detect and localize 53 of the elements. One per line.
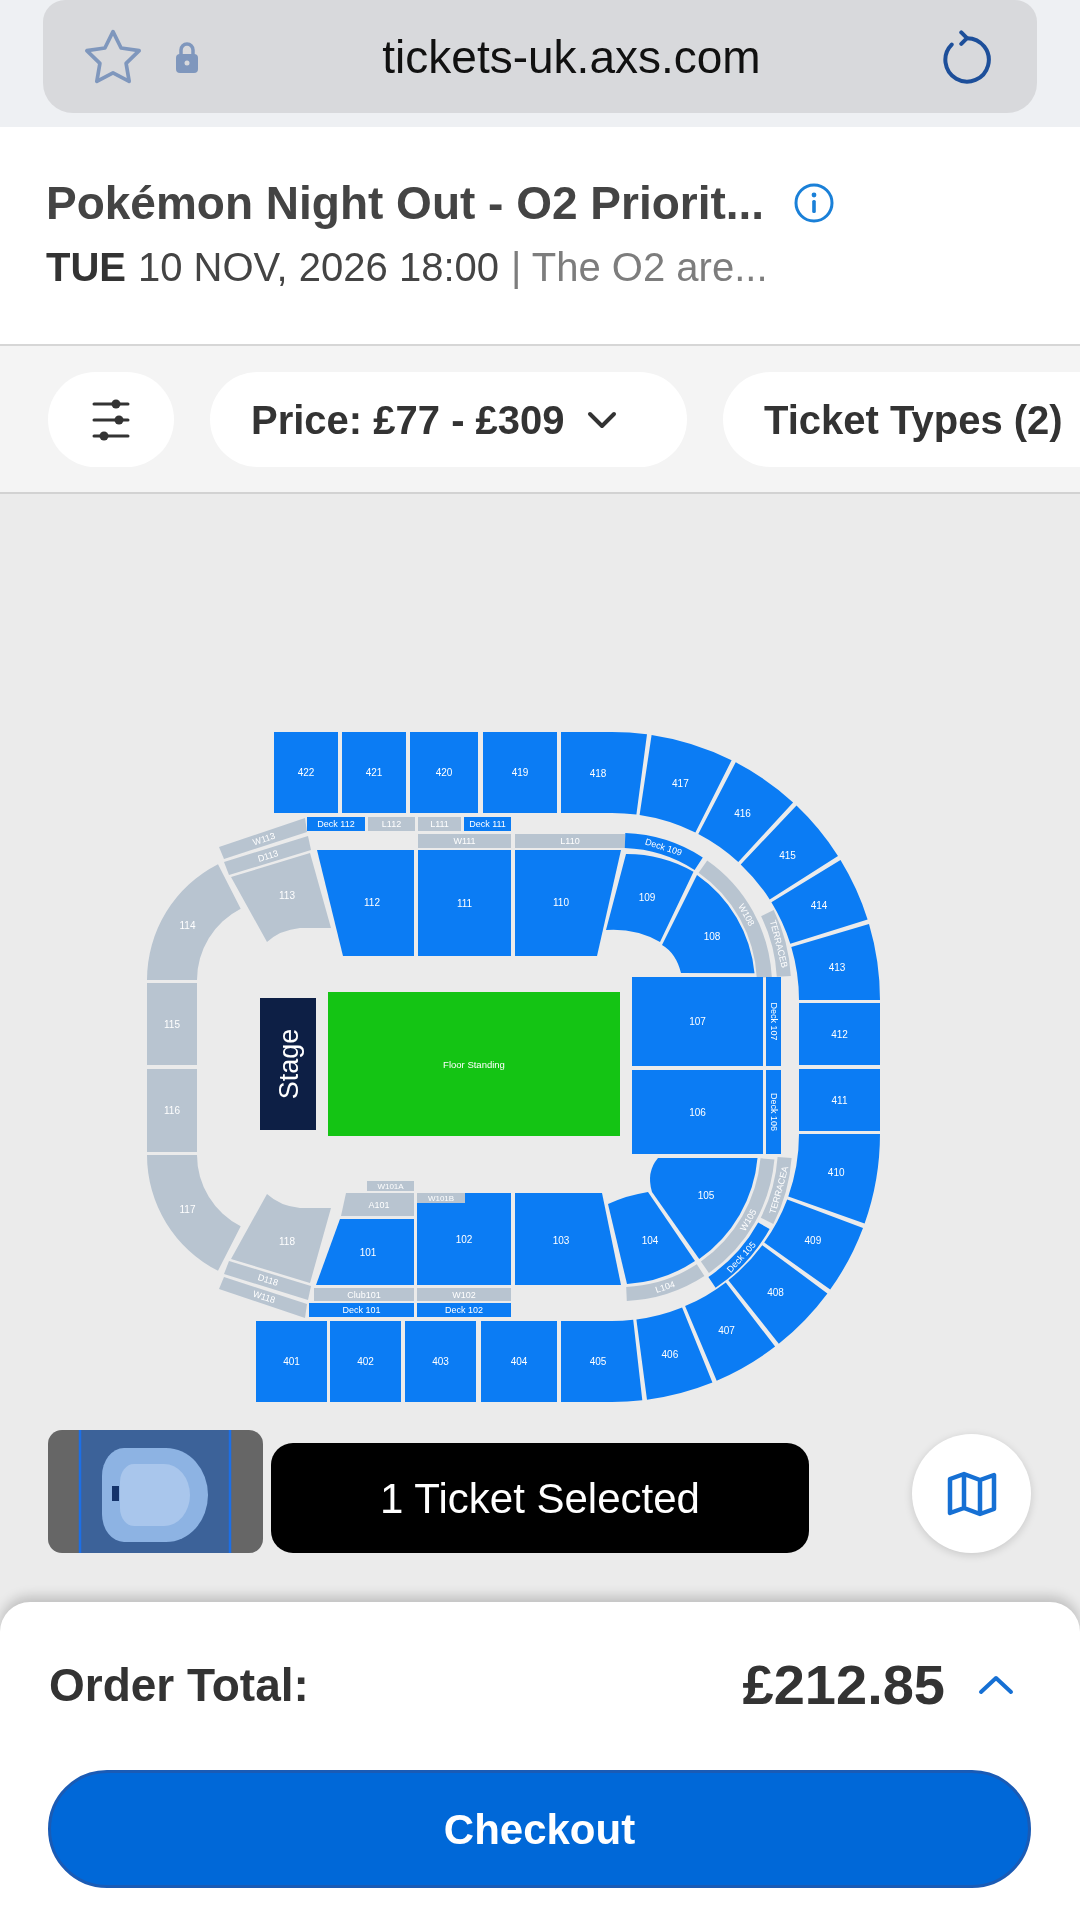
map-section[interactable]: 103 <box>515 1193 621 1285</box>
map-view-button[interactable] <box>912 1434 1031 1553</box>
map-section[interactable]: Floor Standing <box>328 992 620 1136</box>
event-title: Pokémon Night Out - O2 Priorit... <box>46 176 765 230</box>
map-section[interactable]: Deck 101 <box>309 1303 414 1317</box>
reload-icon[interactable] <box>943 29 991 84</box>
checkout-button[interactable]: Checkout <box>48 1770 1031 1888</box>
map-section[interactable]: Deck 111 <box>464 817 511 831</box>
map-section[interactable]: 413 <box>791 923 880 1000</box>
map-section[interactable]: 403 <box>405 1321 476 1402</box>
address-bar[interactable]: tickets-uk.axs.com <box>43 0 1037 113</box>
map-section[interactable]: 402 <box>330 1321 401 1402</box>
map-section[interactable]: 405 <box>561 1319 643 1402</box>
map-section[interactable]: 422 <box>274 732 338 813</box>
map-section[interactable]: 111 <box>418 850 511 956</box>
lock-icon <box>174 40 200 73</box>
minimap-drawing[interactable] <box>48 1430 263 1553</box>
chevron-up-icon[interactable] <box>978 1675 1014 1695</box>
map-icon <box>946 1470 997 1517</box>
map-section[interactable]: 412 <box>799 1003 880 1065</box>
stage-area: Stage <box>260 998 316 1130</box>
map-section[interactable]: 401 <box>256 1321 327 1402</box>
info-icon[interactable] <box>794 183 835 223</box>
star-icon[interactable] <box>84 29 142 84</box>
order-total-label: Order Total: <box>49 1658 309 1713</box>
price-filter-button[interactable]: Price: £77 - £309 <box>210 372 687 467</box>
map-section[interactable]: 106 <box>632 1070 763 1154</box>
map-section[interactable]: 107 <box>632 977 763 1066</box>
url-text: tickets-uk.axs.com <box>382 29 761 85</box>
map-section[interactable]: 419 <box>483 732 557 813</box>
order-total-amount: £212.85 <box>742 1657 945 1713</box>
event-day: TUE <box>46 243 126 291</box>
map-section[interactable]: 101 <box>316 1219 414 1285</box>
map-section[interactable]: 421 <box>342 732 406 813</box>
event-venue: | The O2 are... <box>511 244 768 291</box>
map-section[interactable]: 112 <box>317 850 414 956</box>
map-section[interactable]: Deck 102 <box>417 1303 511 1317</box>
map-section[interactable]: 410 <box>788 1134 880 1224</box>
map-section[interactable]: Deck 112 <box>307 817 365 831</box>
map-section[interactable]: 110 <box>515 850 621 956</box>
map-section[interactable]: Deck 106 <box>766 1070 781 1154</box>
ticket-types-filter-button[interactable]: Ticket Types (2) <box>723 372 1080 467</box>
map-section[interactable]: 411 <box>799 1069 880 1131</box>
map-section[interactable]: 404 <box>481 1321 557 1402</box>
map-section[interactable]: Deck 107 <box>766 977 781 1066</box>
tickets-selected-button[interactable]: 1 Ticket Selected <box>271 1443 809 1553</box>
chevron-down-icon <box>586 410 617 429</box>
map-section[interactable]: 418 <box>561 732 647 815</box>
map-section[interactable]: 420 <box>410 732 478 813</box>
map-section[interactable]: 406 <box>636 1307 713 1400</box>
map-section[interactable]: 104 <box>608 1192 695 1284</box>
sliders-icon <box>92 398 130 441</box>
event-date-time: 10 NOV, 2026 18:00 <box>138 244 500 291</box>
